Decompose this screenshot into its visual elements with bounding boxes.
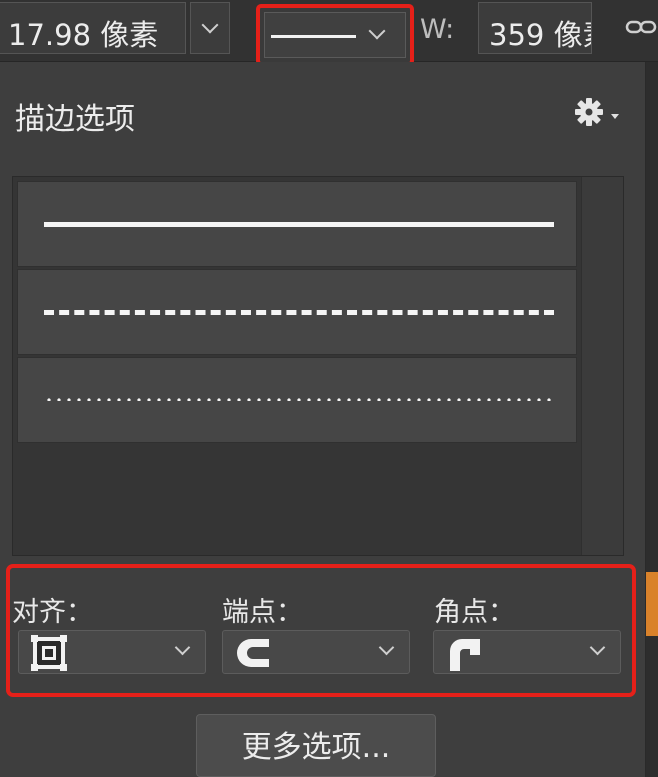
more-options-button[interactable]: 更多选项... xyxy=(196,714,436,777)
adjacent-panel-accent xyxy=(646,572,658,636)
stroke-options-panel: 描边选项 对齐： 端点： 角点： 更多选项... xyxy=(0,62,646,777)
list-scrollbar[interactable] xyxy=(581,177,623,555)
cap-label: 端点： xyxy=(222,597,303,628)
stroke-style-list xyxy=(12,176,624,556)
align-dropdown[interactable] xyxy=(18,630,206,674)
dotted-line-preview xyxy=(44,398,554,401)
chevron-down-icon xyxy=(368,22,386,40)
cap-dropdown[interactable] xyxy=(222,630,410,674)
stroke-align-inside-icon xyxy=(31,635,67,671)
stroke-width-value: 17.98 像素 xyxy=(8,18,159,52)
corner-dropdown[interactable] xyxy=(433,630,621,674)
solid-line-preview xyxy=(271,35,356,38)
round-corner-icon xyxy=(450,639,480,671)
align-label: 对齐： xyxy=(12,597,93,628)
dashed-line-preview xyxy=(44,310,554,315)
width-label: W: xyxy=(420,14,455,45)
stroke-style-solid[interactable] xyxy=(17,181,577,267)
corner-label: 角点： xyxy=(434,597,515,628)
options-bar: 17.98 像素 W: 359 像素 xyxy=(0,0,658,66)
solid-line-preview xyxy=(44,222,554,227)
width-input[interactable]: 359 像素 xyxy=(478,2,592,54)
chevron-down-icon xyxy=(589,639,606,656)
link-icon[interactable] xyxy=(624,16,658,38)
caret-down-icon xyxy=(611,114,619,119)
settings-menu-button[interactable] xyxy=(568,92,624,132)
round-cap-icon xyxy=(237,639,269,667)
stroke-width-input[interactable]: 17.98 像素 xyxy=(0,2,186,54)
gear-icon xyxy=(575,98,603,126)
width-value: 359 像素 xyxy=(489,18,591,52)
panel-title: 描边选项 xyxy=(15,102,135,137)
chevron-down-icon xyxy=(174,639,191,656)
chevron-down-icon xyxy=(378,639,395,656)
stroke-width-dropdown-button[interactable] xyxy=(190,2,230,54)
stroke-style-dotted[interactable] xyxy=(17,357,577,443)
chevron-down-icon xyxy=(201,16,219,34)
adjacent-panel-edge xyxy=(646,62,658,777)
stroke-style-dashed[interactable] xyxy=(17,269,577,355)
stroke-type-picker[interactable] xyxy=(256,4,414,66)
stroke-type-button[interactable] xyxy=(264,12,406,58)
